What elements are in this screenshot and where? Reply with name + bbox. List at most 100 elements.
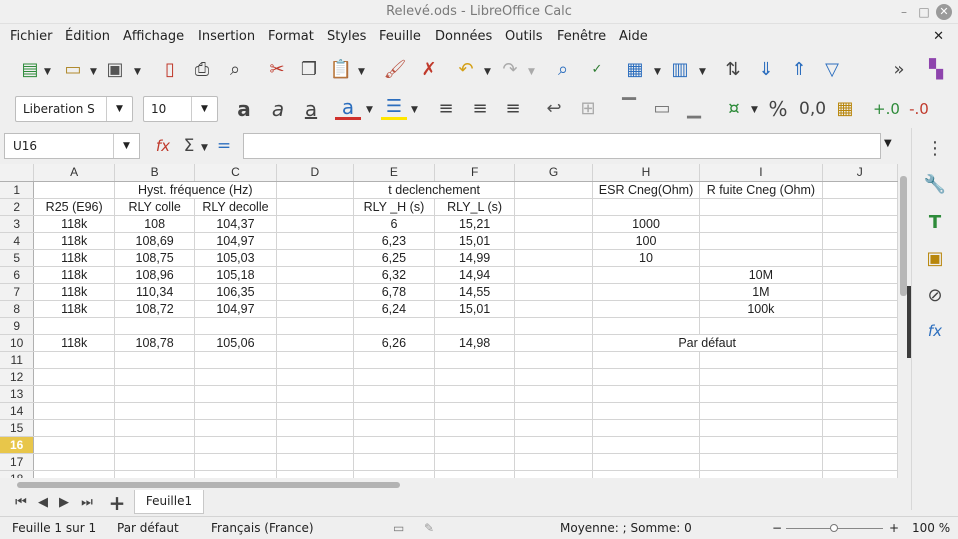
cell-g14[interactable]	[514, 402, 593, 420]
cell-j4[interactable]	[822, 232, 898, 250]
cell-i12[interactable]	[699, 368, 823, 386]
redo-dropdown-icon[interactable]: ▼	[528, 67, 535, 77]
row-header[interactable]: 2	[0, 198, 35, 216]
cell-i14[interactable]	[699, 402, 823, 420]
cell-c16[interactable]	[194, 436, 277, 454]
number-format-icon[interactable]: 0,0	[799, 96, 826, 122]
print-icon[interactable]: ⎙	[189, 57, 215, 83]
status-language[interactable]: Français (France)	[211, 521, 314, 535]
cell-f5[interactable]: 14,99	[434, 249, 516, 267]
row-header[interactable]: 14	[0, 402, 35, 420]
cell-g18[interactable]	[514, 470, 593, 478]
cell-h1[interactable]: ESR Cneg(Ohm)	[592, 181, 701, 199]
cell-a9[interactable]	[33, 317, 115, 335]
cell-d4[interactable]	[276, 232, 354, 250]
cell-g9[interactable]	[514, 317, 593, 335]
cell-b6[interactable]: 108,96	[114, 266, 196, 284]
font-color-dropdown-icon[interactable]: ▼	[366, 105, 373, 115]
cell-a13[interactable]	[33, 385, 115, 403]
cell-f2[interactable]: RLY_L (s)	[434, 198, 516, 216]
cell-j12[interactable]	[822, 368, 898, 386]
cell-h16[interactable]	[592, 436, 701, 454]
cell-a11[interactable]	[33, 351, 115, 369]
gallery-icon[interactable]: ▣	[922, 246, 948, 272]
cell-g13[interactable]	[514, 385, 593, 403]
cell-a14[interactable]	[33, 402, 115, 420]
styles-icon[interactable]: T	[922, 210, 948, 236]
align-bottom-icon[interactable]: ▁	[681, 96, 707, 122]
currency-dropdown-icon[interactable]: ▼	[751, 105, 758, 115]
more-tools-icon[interactable]: »	[886, 57, 912, 83]
font-size-box[interactable]: 10 ▼	[143, 96, 218, 122]
cell-b1[interactable]: Hyst. fréquence (Hz)	[114, 181, 277, 199]
cell-e17[interactable]	[353, 453, 435, 471]
cell-d8[interactable]	[276, 300, 354, 318]
cell-b4[interactable]: 108,69	[114, 232, 196, 250]
name-box[interactable]: U16 ▼	[4, 133, 140, 159]
font-color-icon[interactable]: a	[335, 94, 361, 120]
cell-c3[interactable]: 104,37	[194, 215, 277, 233]
horizontal-scrollbar[interactable]	[0, 478, 898, 490]
sort-icon[interactable]: ⇅	[720, 57, 746, 83]
cell-b13[interactable]	[114, 385, 196, 403]
cell-c4[interactable]: 104,97	[194, 232, 277, 250]
cell-f3[interactable]: 15,21	[434, 215, 516, 233]
cell-a5[interactable]: 118k	[33, 249, 115, 267]
export-pdf-icon[interactable]: ▯	[157, 57, 183, 83]
column-dropdown-icon[interactable]: ▼	[699, 67, 706, 77]
cell-b5[interactable]: 108,75	[114, 249, 196, 267]
menu-fenetre[interactable]: Fenêtre	[557, 29, 606, 44]
row-header[interactable]: 16	[0, 436, 35, 454]
cell-j10[interactable]	[822, 334, 898, 352]
chevron-down-icon[interactable]: ▼	[191, 97, 217, 121]
cell-h9[interactable]	[592, 317, 701, 335]
cell-g10[interactable]	[514, 334, 593, 352]
cell-i9[interactable]	[699, 317, 823, 335]
new-dropdown-icon[interactable]: ▼	[44, 67, 51, 77]
cell-h13[interactable]	[592, 385, 701, 403]
sum-icon[interactable]: Σ	[176, 133, 202, 159]
cell-b10[interactable]: 108,78	[114, 334, 196, 352]
cell-e3[interactable]: 6	[353, 215, 435, 233]
menu-donnees[interactable]: Données	[435, 29, 492, 44]
redo-icon[interactable]: ↷	[497, 57, 523, 83]
column-header-c[interactable]: C	[194, 164, 277, 182]
cell-f18[interactable]	[434, 470, 516, 478]
window-close-icon[interactable]: ✕	[936, 4, 952, 20]
cell-g3[interactable]	[514, 215, 593, 233]
cell-i3[interactable]	[699, 215, 823, 233]
clear-formatting-icon[interactable]: ✗	[416, 57, 442, 83]
cell-a4[interactable]: 118k	[33, 232, 115, 250]
menu-edition[interactable]: Édition	[65, 29, 110, 44]
cell-h7[interactable]	[592, 283, 701, 301]
cell-j14[interactable]	[822, 402, 898, 420]
underline-icon[interactable]: a	[298, 96, 324, 122]
copy-icon[interactable]: ❐	[296, 57, 322, 83]
cell-g4[interactable]	[514, 232, 593, 250]
cell-a2[interactable]: R25 (E96)	[33, 198, 115, 216]
cell-j18[interactable]	[822, 470, 898, 478]
cell-d3[interactable]	[276, 215, 354, 233]
cell-i6[interactable]: 10M	[699, 266, 823, 284]
cell-f13[interactable]	[434, 385, 516, 403]
column-header-i[interactable]: I	[699, 164, 823, 182]
cell-g8[interactable]	[514, 300, 593, 318]
last-sheet-icon[interactable]: ⏭	[74, 490, 100, 516]
cell-e11[interactable]	[353, 351, 435, 369]
highlight-dropdown-icon[interactable]: ▼	[411, 105, 418, 115]
cell-a17[interactable]	[33, 453, 115, 471]
column-header-h[interactable]: H	[592, 164, 701, 182]
align-right-icon[interactable]: ≡	[500, 96, 526, 122]
cell-j13[interactable]	[822, 385, 898, 403]
cell-d11[interactable]	[276, 351, 354, 369]
align-center-icon[interactable]: ≡	[467, 96, 493, 122]
properties-icon[interactable]: 🔧	[922, 172, 948, 198]
status-page-style[interactable]: Par défaut	[117, 521, 179, 535]
cell-g12[interactable]	[514, 368, 593, 386]
menu-fichier[interactable]: Fichier	[10, 29, 53, 44]
menu-outils[interactable]: Outils	[505, 29, 543, 44]
cell-h15[interactable]	[592, 419, 701, 437]
column-header-d[interactable]: D	[276, 164, 354, 182]
cell-a10[interactable]: 118k	[33, 334, 115, 352]
cell-h10[interactable]: Par défaut	[592, 334, 823, 352]
